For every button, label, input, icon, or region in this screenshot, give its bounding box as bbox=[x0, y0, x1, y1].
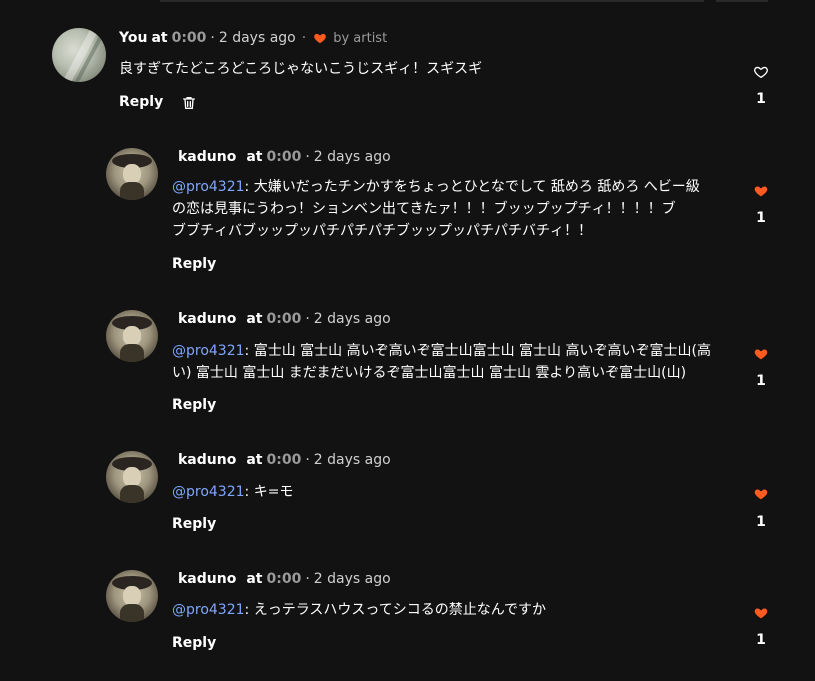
avatar[interactable] bbox=[106, 310, 158, 362]
like-count: 1 bbox=[756, 91, 766, 107]
avatar-detail bbox=[123, 326, 141, 346]
comment-line: @pro4321: えっテラスハウスってシコるの禁止なんですか bbox=[172, 599, 747, 621]
heart-filled-icon[interactable] bbox=[753, 605, 769, 621]
mention-link[interactable]: @pro4321 bbox=[172, 179, 245, 195]
separator-dot: · bbox=[305, 571, 310, 587]
mention-link[interactable]: @pro4321 bbox=[172, 602, 245, 618]
mention-link[interactable]: @pro4321 bbox=[172, 343, 245, 359]
liked-by-artist: by artist bbox=[333, 30, 388, 46]
avatar-detail bbox=[123, 164, 141, 184]
comment-line-text: : 富士山 富士山 高いぞ高いぞ富士山富士山 富士山 高いぞ高いぞ富士山(高 bbox=[244, 343, 711, 359]
comment-text: 良すぎてたどころどころじゃないこうじスギィ！スギスギ bbox=[119, 61, 483, 77]
avatar-detail bbox=[120, 182, 144, 200]
reply-button[interactable]: Reply bbox=[172, 256, 216, 272]
separator-dot: · bbox=[305, 452, 310, 468]
comment-text: @pro4321: 富士山 富士山 高いぞ高いぞ富士山富士山 富士山 高いぞ高い… bbox=[172, 340, 747, 384]
comment-thread: You at 0:00 · 2 days ago · by artist 良すぎ… bbox=[0, 0, 815, 681]
like-count: 1 bbox=[756, 514, 766, 530]
reply-button[interactable]: Reply bbox=[172, 516, 216, 532]
comment-text: @pro4321: キ=モ bbox=[172, 481, 747, 503]
avatar-detail bbox=[120, 485, 144, 503]
reply-button[interactable]: Reply bbox=[172, 397, 216, 413]
comment-meta: kaduno at 0:00 · 2 days ago bbox=[178, 571, 391, 587]
comment-line: @pro4321: キ=モ bbox=[172, 481, 747, 503]
comment-text: @pro4321: 大嫌いだったチンかすをちょっとひとなでして 舐めろ 舐めろ … bbox=[172, 176, 747, 242]
posted-ago: 2 days ago bbox=[313, 311, 391, 327]
timestamp-link[interactable]: 0:00 bbox=[266, 452, 301, 468]
author-name[interactable]: kaduno bbox=[178, 311, 236, 327]
author-name[interactable]: kaduno bbox=[178, 452, 236, 468]
timestamp-link[interactable]: 0:00 bbox=[266, 149, 301, 165]
author-name[interactable]: You bbox=[119, 30, 147, 46]
avatar-detail bbox=[120, 344, 144, 362]
at-label: at bbox=[246, 452, 263, 468]
heart-outline-icon[interactable] bbox=[753, 64, 769, 80]
comment-meta: kaduno at 0:00 · 2 days ago bbox=[178, 452, 391, 468]
posted-ago: 2 days ago bbox=[218, 30, 296, 46]
comment-line: @pro4321: 大嫌いだったチンかすをちょっとひとなでして 舐めろ 舐めろ … bbox=[172, 176, 747, 198]
comment-line: ブブチィバブッップッパチパチパチブッップッパチパチバチィ！！ bbox=[172, 223, 592, 239]
comment-meta: kaduno at 0:00 · 2 days ago bbox=[178, 149, 391, 165]
like-count: 1 bbox=[756, 373, 766, 389]
avatar[interactable] bbox=[106, 570, 158, 622]
comment-line-text: : 大嫌いだったチンかすをちょっとひとなでして 舐めろ 舐めろ へビー級 bbox=[244, 179, 700, 195]
timestamp-link[interactable]: 0:00 bbox=[172, 30, 207, 46]
heart-filled-icon[interactable] bbox=[753, 346, 769, 362]
posted-ago: 2 days ago bbox=[313, 452, 391, 468]
posted-ago: 2 days ago bbox=[313, 571, 391, 587]
timestamp-link[interactable]: 0:00 bbox=[266, 571, 301, 587]
avatar[interactable] bbox=[106, 148, 158, 200]
like-count: 1 bbox=[756, 632, 766, 648]
avatar-detail bbox=[120, 604, 144, 622]
avatar-detail bbox=[123, 586, 141, 606]
heart-filled-icon[interactable] bbox=[753, 486, 769, 502]
comment-text: @pro4321: えっテラスハウスってシコるの禁止なんですか bbox=[172, 599, 747, 621]
top-bar-segment bbox=[716, 0, 768, 2]
trash-icon[interactable] bbox=[181, 95, 197, 111]
comment-meta: You at 0:00 · 2 days ago · by artist bbox=[119, 30, 387, 46]
mention-link[interactable]: @pro4321 bbox=[172, 484, 245, 500]
reply-button[interactable]: Reply bbox=[172, 635, 216, 651]
reply-button[interactable]: Reply bbox=[119, 94, 163, 110]
avatar[interactable] bbox=[106, 451, 158, 503]
heart-filled-icon[interactable] bbox=[753, 183, 769, 199]
like-count: 1 bbox=[756, 210, 766, 226]
heart-filled-icon bbox=[314, 33, 327, 44]
posted-ago: 2 days ago bbox=[313, 149, 391, 165]
author-name[interactable]: kaduno bbox=[178, 571, 236, 587]
avatar[interactable] bbox=[52, 28, 106, 82]
comment-line: @pro4321: 富士山 富士山 高いぞ高いぞ富士山富士山 富士山 高いぞ高い… bbox=[172, 340, 747, 362]
separator-dot: · bbox=[305, 149, 310, 165]
avatar-detail bbox=[123, 467, 141, 487]
top-bar-segment bbox=[160, 0, 704, 2]
author-name[interactable]: kaduno bbox=[178, 149, 236, 165]
separator-dot: · bbox=[301, 30, 307, 46]
separator-dot: · bbox=[305, 311, 310, 327]
comment-meta: kaduno at 0:00 · 2 days ago bbox=[178, 311, 391, 327]
comment-line-text: : キ=モ bbox=[244, 484, 294, 500]
timestamp-link[interactable]: 0:00 bbox=[266, 311, 301, 327]
comment-line-text: : えっテラスハウスってシコるの禁止なんですか bbox=[244, 602, 547, 618]
at-label: at bbox=[246, 311, 263, 327]
top-divider bbox=[0, 0, 815, 2]
comment-line: の恋は見事にうわっ！ションベン出てきたァ！！！ブッップップチィ！！！！ブ bbox=[172, 201, 676, 217]
comment-line: い) 富士山 富士山 まだまだいけるぞ富士山富士山 富士山 雲より高いぞ富士山(… bbox=[172, 365, 687, 381]
separator-dot: · bbox=[210, 30, 215, 46]
at-label: at bbox=[246, 571, 263, 587]
at-label: at bbox=[151, 30, 168, 46]
at-label: at bbox=[246, 149, 263, 165]
